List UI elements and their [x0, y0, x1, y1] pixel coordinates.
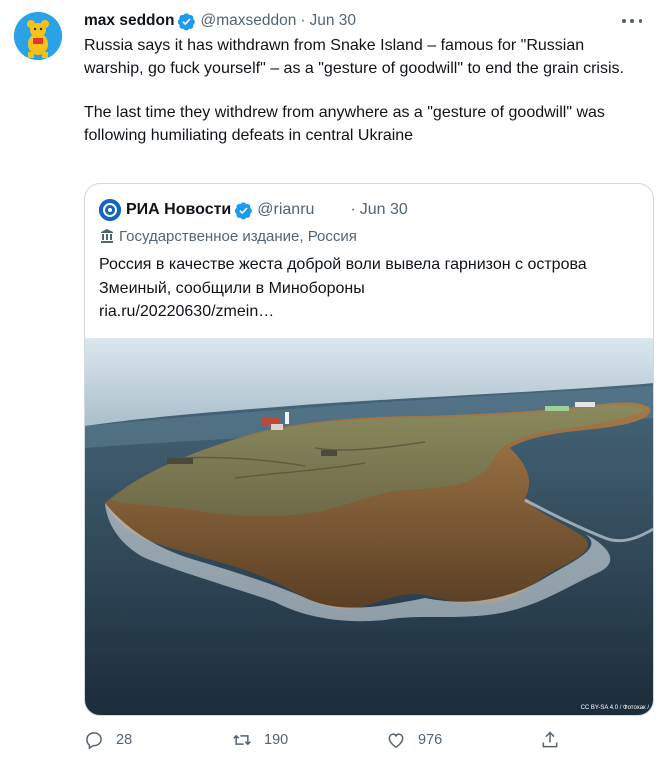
tweet-text: Russia says it has withdrawn from Snake … — [84, 35, 644, 147]
tweet-date[interactable]: Jun 30 — [310, 12, 357, 30]
tweet[interactable]: max seddon @maxseddon · Jun 30 Russia sa… — [0, 0, 658, 760]
retweet-button[interactable]: 190 — [232, 730, 288, 750]
quoted-tweet-date: Jun 30 — [359, 201, 408, 218]
author-avatar[interactable] — [14, 12, 62, 60]
tweet-paragraph: Russia says it has withdrawn from Snake … — [84, 37, 624, 77]
tweet-actions: 28 190 976 — [84, 730, 584, 754]
reply-button[interactable]: 28 — [84, 730, 132, 750]
header-separator: · — [300, 12, 306, 29]
government-building-icon — [99, 228, 115, 244]
share-button[interactable] — [540, 730, 572, 750]
author-name[interactable]: max seddon — [84, 12, 174, 30]
quoted-tweet-header: РИА Новости @rianru · Jun 30 — [99, 199, 408, 221]
quoted-tweet[interactable]: РИА Новости @rianru · Jun 30 Государстве… — [84, 183, 654, 716]
retweet-icon — [233, 734, 251, 746]
quoted-header-separator: · — [350, 201, 356, 218]
quoted-link[interactable]: ria.ru/20220630/zmein… — [99, 303, 274, 320]
quoted-tweet-text: Россия в качестве жеста доброй воли выве… — [99, 253, 644, 324]
reply-icon — [86, 732, 102, 750]
snake-island-photo[interactable]: CC BY-SA 4.0 / Фотохак / — [85, 338, 653, 715]
state-media-label[interactable]: Государственное издание, Россия — [99, 225, 357, 247]
like-count: 976 — [418, 732, 443, 748]
heart-icon — [388, 733, 404, 748]
verified-badge-icon — [234, 201, 253, 220]
quoted-author-avatar — [99, 199, 121, 221]
retweet-count: 190 — [264, 732, 289, 748]
share-icon — [542, 731, 558, 748]
tweet-paragraph: The last time they withdrew from anywher… — [84, 104, 605, 144]
quoted-author-name: РИА Новости — [126, 201, 232, 218]
more-options-icon[interactable] — [622, 14, 642, 28]
reply-count: 28 — [116, 732, 133, 748]
quoted-text-body: Россия в качестве жеста доброй воли выве… — [99, 256, 587, 297]
like-button[interactable]: 976 — [386, 730, 442, 750]
verified-badge-icon — [177, 12, 196, 31]
quoted-author-handle: @rianru — [257, 201, 315, 218]
image-credit: CC BY-SA 4.0 / Фотохак / — [580, 705, 649, 711]
author-handle[interactable]: @maxseddon — [200, 12, 296, 30]
tweet-header: max seddon @maxseddon · Jun 30 — [84, 11, 356, 31]
state-media-label-text: Государственное издание, Россия — [119, 227, 357, 245]
